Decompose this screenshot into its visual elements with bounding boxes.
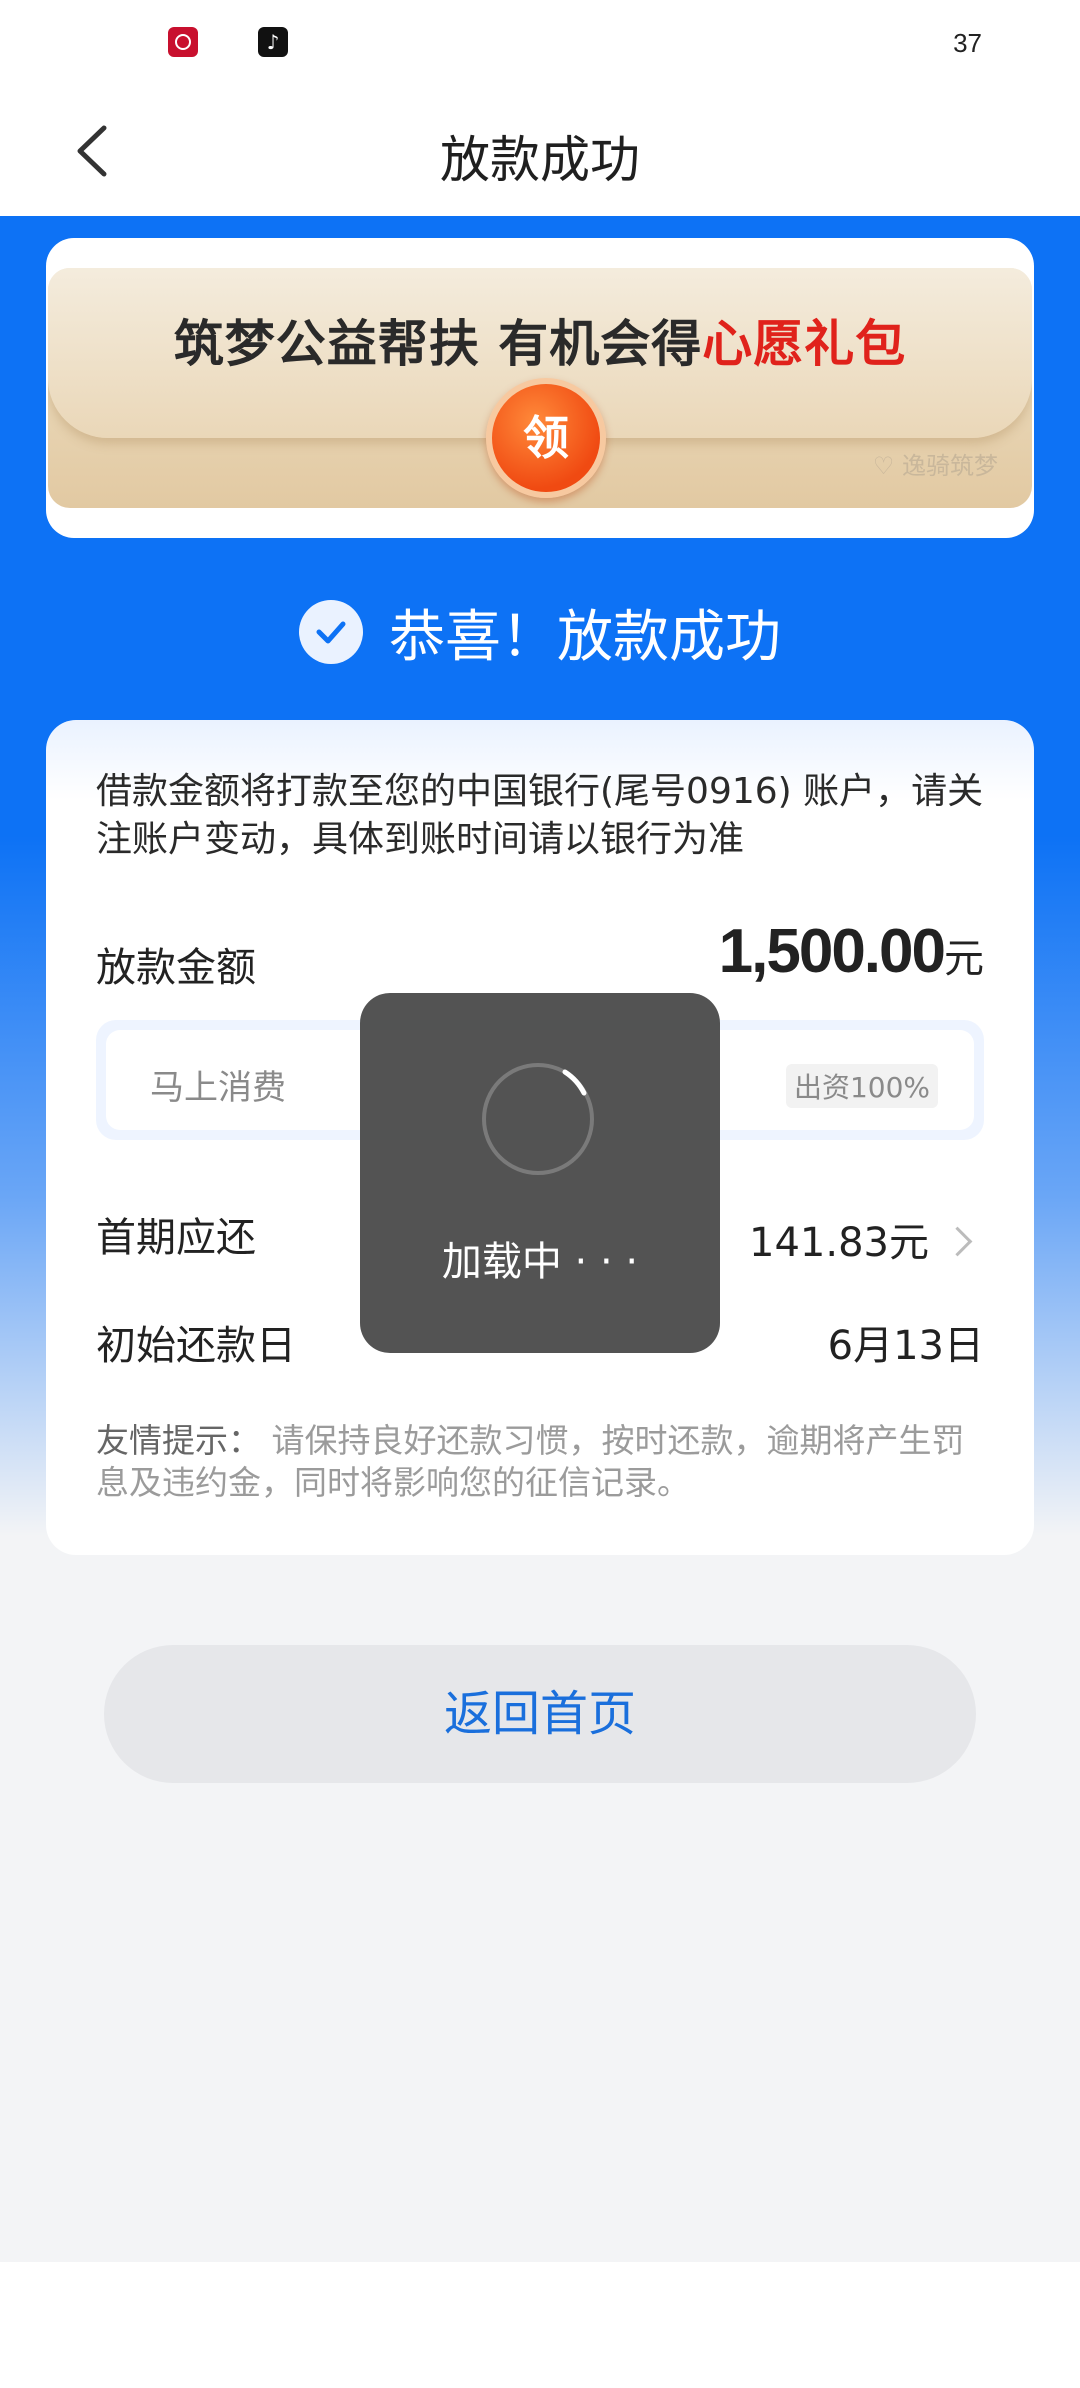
lender-share-badge: 出资100%	[785, 1064, 938, 1108]
bottom-safe-area	[0, 2262, 1080, 2388]
friendly-tip: 友情提示： 请保持良好还款习惯，按时还款，逾期将产生罚息及违约金，同时将影响您的…	[96, 1420, 986, 1504]
return-home-button[interactable]: 返回首页	[104, 1645, 976, 1783]
first-payment-row[interactable]: 141.83元	[749, 1210, 973, 1268]
page-title: 放款成功	[440, 131, 640, 189]
bank-app-icon	[168, 27, 198, 57]
first-payment-label: 首期应还	[96, 1215, 256, 1261]
loading-spinner-icon	[482, 1063, 594, 1175]
banner-text-main: 筑梦公益帮扶 有机会得	[173, 314, 703, 373]
tiktok-app-icon: ♪	[258, 27, 288, 57]
banner-text-highlight: 心愿礼包	[702, 314, 907, 373]
loading-overlay: 加载中 · · ·	[360, 993, 720, 1353]
check-circle-icon	[299, 600, 363, 664]
loan-amount-label: 放款金额	[96, 945, 256, 991]
success-message: 恭喜！放款成功	[389, 604, 781, 670]
banner-text: 筑梦公益帮扶 有机会得心愿礼包	[48, 304, 1032, 376]
loan-amount-unit: 元	[944, 936, 984, 982]
claim-button[interactable]: 领	[486, 378, 606, 498]
success-header: 恭喜！放款成功	[0, 592, 1080, 672]
tip-heading: 友情提示：	[96, 1421, 261, 1460]
loan-amount-value: 1,500.00元	[719, 916, 984, 987]
loading-text: 加载中 · · ·	[441, 1239, 639, 1285]
first-date-value: 6月13日	[827, 1323, 984, 1369]
banner-logo: ♡ 逸骑筑梦	[872, 452, 998, 480]
loan-amount-number: 1,500.00	[718, 917, 946, 986]
chevron-right-icon	[942, 1226, 973, 1256]
lender-name: 马上消费	[150, 1068, 286, 1108]
first-date-label: 初始还款日	[96, 1323, 296, 1369]
promo-banner[interactable]: 筑梦公益帮扶 有机会得心愿礼包 领 ♡ 逸骑筑梦	[48, 268, 1032, 508]
status-bar: ♪ 37	[0, 0, 1080, 86]
first-payment-value: 141.83元	[749, 1220, 929, 1266]
battery-level: 37	[953, 28, 982, 58]
nav-bar: 放款成功	[0, 86, 1080, 216]
transfer-notice: 借款金额将打款至您的中国银行(尾号0916) 账户，请关注账户变动，具体到账时间…	[96, 771, 984, 860]
